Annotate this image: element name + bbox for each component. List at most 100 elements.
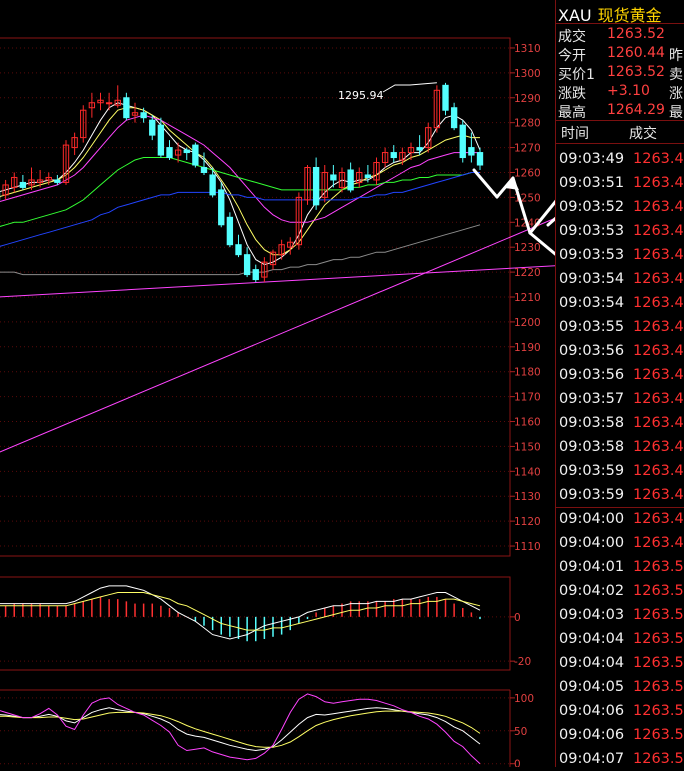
tick-row: 09:03:54 1263.42: [556, 291, 684, 315]
tick-row: 09:04:02 1263.52: [556, 579, 684, 603]
tick-time: 09:03:53: [559, 247, 625, 263]
quote-panel: XAU 现货黄金 成交 1263.52 今开 1260.44 昨买价1 1263.52 卖涨跌…: [555, 0, 684, 767]
tick-row: 09:03:56 1263.41: [556, 339, 684, 363]
y-tick-label: 1220: [514, 267, 541, 279]
candle-body: [390, 152, 397, 159]
candle-body: [312, 167, 320, 206]
y-tick-label: 1160: [514, 417, 541, 429]
quote-extra: 最: [669, 105, 683, 121]
candle-body: [166, 147, 173, 159]
tick-time: 09:04:06: [559, 703, 625, 719]
tick-price: 1263.42: [633, 463, 684, 479]
tick-price: 1263.52: [633, 679, 684, 695]
tick-time: 09:03:54: [559, 295, 625, 311]
kdj-y-tick-label: 50: [514, 726, 527, 738]
tick-row: 09:04:00 1263.44: [556, 507, 684, 531]
tick-time: 09:03:54: [559, 271, 625, 287]
candle-body: [140, 112, 147, 119]
candle-body: [252, 269, 259, 281]
tick-time: 09:03:53: [559, 223, 625, 239]
y-tick-label: 1230: [514, 242, 541, 254]
tick-time: 09:04:06: [559, 727, 625, 743]
y-tick-label: 1210: [514, 292, 541, 304]
tick-time: 09:04:02: [559, 583, 625, 599]
candle-body: [218, 189, 225, 226]
tick-row: 09:03:53 1263.44: [556, 243, 684, 267]
quote-value: +3.10: [607, 83, 650, 99]
candle-body: [192, 144, 199, 166]
quote-value: 1263.52: [607, 64, 665, 80]
candle-body: [416, 147, 423, 151]
tick-row: 09:04:06 1263.55: [556, 699, 684, 723]
tick-price: 1263.42: [633, 295, 684, 311]
tick-row: 09:03:58 1263.45: [556, 411, 684, 435]
tick-time: 09:03:57: [559, 391, 625, 407]
tick-time: 09:04:01: [559, 559, 625, 575]
quote-label: 最高: [558, 105, 586, 121]
candle-body: [235, 244, 242, 256]
tick-time: 09:04:07: [559, 751, 625, 767]
ma-line: [0, 107, 480, 256]
y-tick-label: 1270: [514, 143, 541, 155]
ticks-header-price: 成交: [629, 126, 657, 142]
tick-price: 1263.44: [633, 247, 684, 263]
tick-time: 09:04:04: [559, 631, 625, 647]
tick-row: 09:03:51 1263.46: [556, 171, 684, 195]
candle-body: [157, 124, 165, 156]
ticks-header-time: 时间: [561, 126, 589, 142]
y-tick-label: 1260: [514, 167, 541, 179]
tick-row: 09:04:07 1263.52: [556, 747, 684, 771]
tick-row: 09:03:58 1263.47: [556, 435, 684, 459]
tick-row: 09:04:00 1263.46: [556, 531, 684, 555]
tick-price: 1263.44: [633, 367, 684, 383]
y-tick-label: 1170: [514, 392, 541, 404]
tick-price: 1263.48: [633, 487, 684, 503]
tick-price: 1263.59: [633, 631, 684, 647]
tick-price: 1263.52: [633, 583, 684, 599]
tick-price: 1263.45: [633, 415, 684, 431]
tick-price: 1263.46: [633, 535, 684, 551]
tick-time: 09:03:59: [559, 463, 625, 479]
tick-time: 09:04:00: [559, 511, 625, 527]
tick-price: 1263.46: [633, 391, 684, 407]
candle-body: [183, 149, 190, 154]
tick-row: 09:03:52 1263.47: [556, 195, 684, 219]
tick-time: 09:03:51: [559, 175, 625, 191]
candle-body: [19, 181, 27, 188]
y-tick-label: 1280: [514, 118, 541, 130]
tick-price: 1263.44: [633, 511, 684, 527]
tick-price: 1263.43: [633, 151, 684, 167]
kdj-y-tick-label: 0: [514, 759, 521, 767]
tick-row: 09:03:55 1263.46: [556, 315, 684, 339]
tick-time: 09:03:58: [559, 439, 625, 455]
ma-line: [0, 157, 480, 227]
candle-body: [459, 124, 466, 159]
candle-body: [347, 169, 354, 191]
candle-body: [442, 84, 449, 111]
candle-body: [54, 179, 61, 183]
y-tick-label: 1300: [514, 68, 541, 80]
quote-value: 1264.29: [607, 102, 665, 118]
quote-value: 1260.44: [607, 45, 665, 61]
candle-body: [209, 174, 216, 196]
tick-time: 09:04:04: [559, 655, 625, 671]
tick-time: 09:03:56: [559, 343, 625, 359]
tick-row: 09:04:03 1263.56: [556, 603, 684, 627]
y-tick-label: 1310: [514, 43, 541, 55]
tick-row: 09:04:05 1263.52: [556, 675, 684, 699]
candle-body: [149, 119, 156, 136]
tick-price: 1263.56: [633, 607, 684, 623]
candle-body: [105, 102, 113, 105]
tick-price: 1263.46: [633, 319, 684, 335]
candle-body: [364, 174, 372, 178]
kdj-y-tick-label: 100: [514, 693, 534, 705]
y-tick-label: 1120: [514, 516, 541, 528]
high-price-annotation: 1295.94: [338, 89, 384, 102]
tick-time: 09:03:58: [559, 415, 625, 431]
tick-time: 09:03:52: [559, 199, 625, 215]
tick-row: 09:04:04 1263.58: [556, 651, 684, 675]
y-tick-label: 1110: [514, 541, 541, 553]
y-tick-label: 1150: [514, 441, 541, 453]
ma-line: [0, 102, 481, 266]
candle-body: [450, 107, 458, 129]
